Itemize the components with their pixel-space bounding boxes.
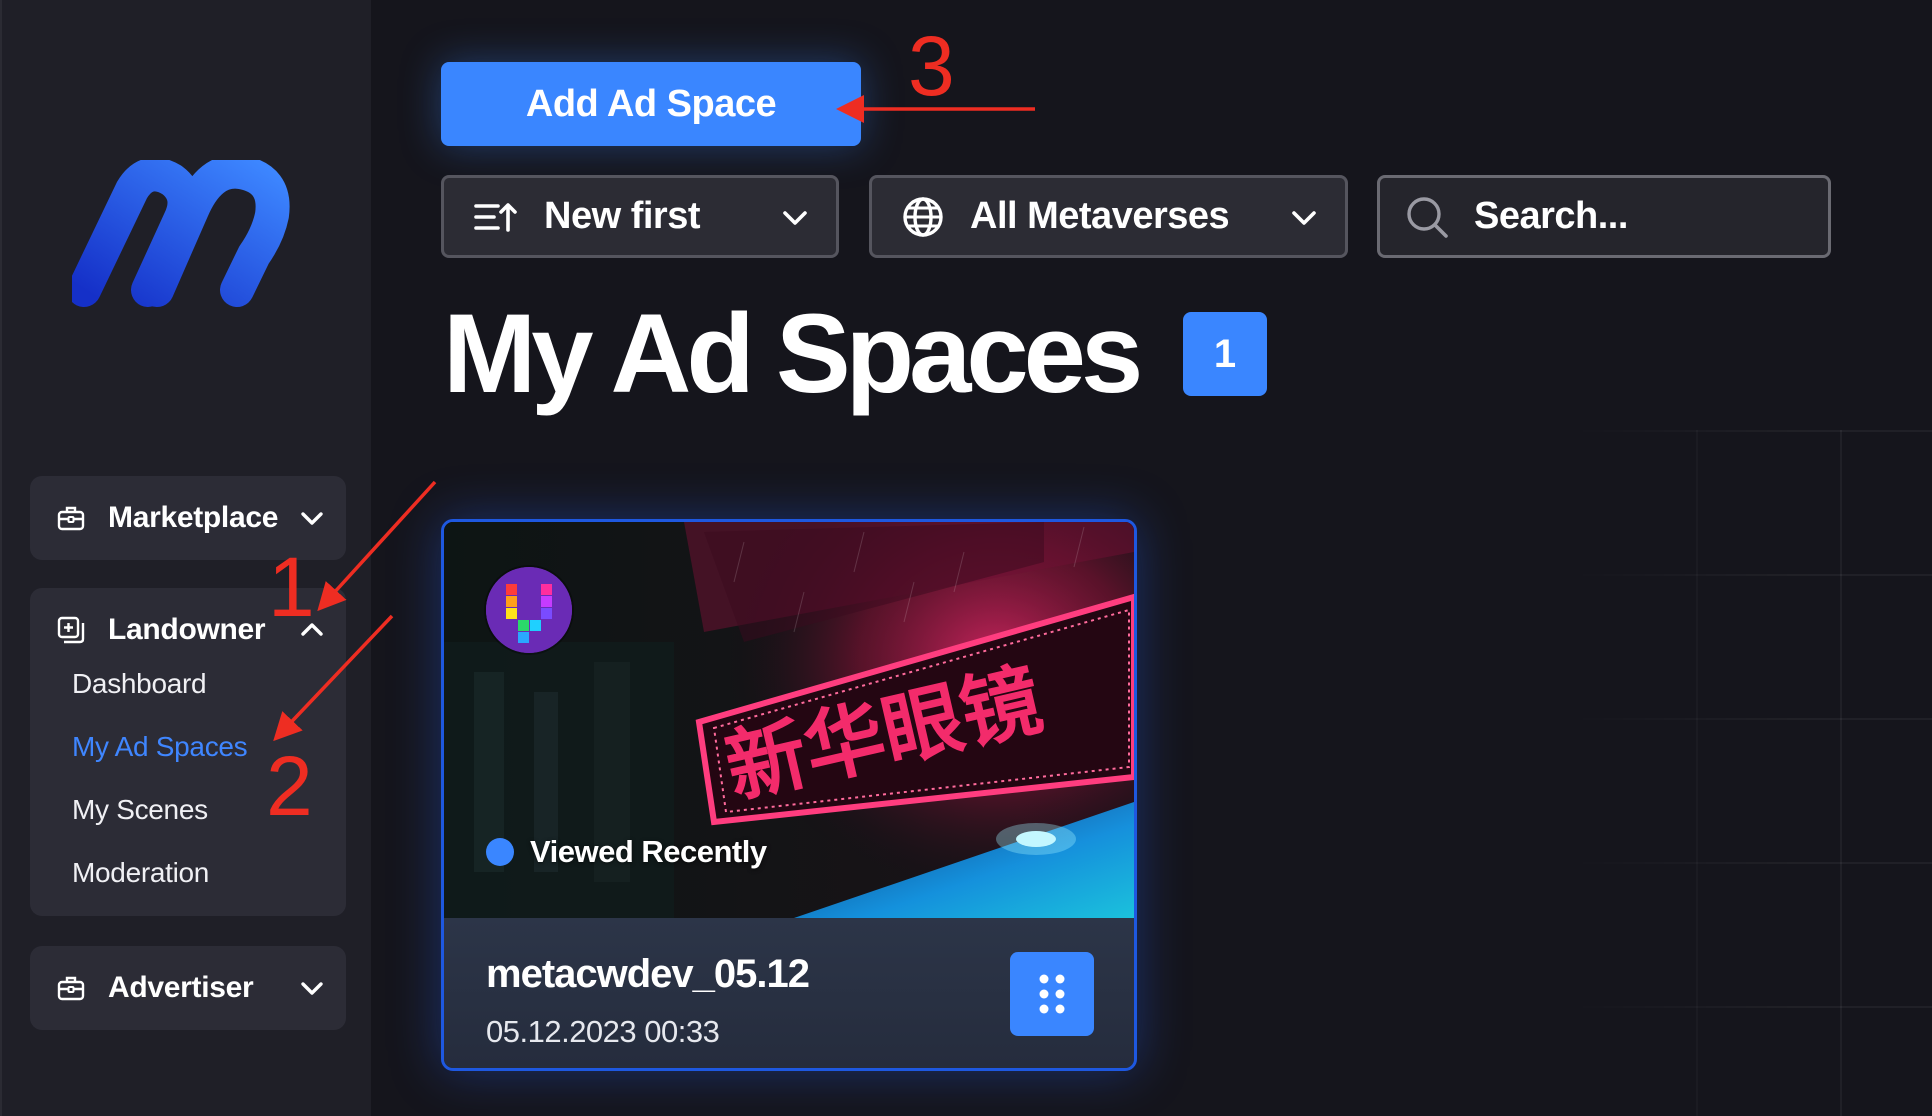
page-title: My Ad Spaces xyxy=(443,291,1143,416)
metaverse-dropdown[interactable]: All Metaverses xyxy=(869,175,1348,258)
sidebar-item-dashboard[interactable]: Dashboard xyxy=(72,652,346,715)
brand-logo[interactable] xyxy=(72,160,308,310)
card-footer: metacwdev_05.12 05.12.2023 00:33 xyxy=(444,918,1134,1068)
sort-dropdown-label: New first xyxy=(544,195,700,237)
sidebar-item-my-ad-spaces[interactable]: My Ad Spaces xyxy=(72,715,346,778)
globe-icon xyxy=(903,196,943,237)
count-badge: 1 xyxy=(1183,312,1267,396)
chevron-down-icon xyxy=(783,210,807,225)
ad-space-date: 05.12.2023 00:33 xyxy=(486,1014,720,1049)
briefcase-icon xyxy=(57,506,85,531)
chevron-down-icon xyxy=(1292,210,1316,225)
dots-grid-icon xyxy=(1039,974,1065,1014)
nav-group-landowner: Landowner Dashboard My Ad Spaces My Scen… xyxy=(30,588,346,916)
nav-marketplace[interactable]: Marketplace xyxy=(30,476,346,560)
viewed-recently-badge: Viewed Recently xyxy=(486,834,767,870)
search-box xyxy=(1377,175,1831,258)
chevron-up-icon xyxy=(301,623,323,636)
sidebar-item-my-scenes[interactable]: My Scenes xyxy=(72,778,346,841)
briefcase-icon xyxy=(57,976,85,1001)
nav-landowner-label: Landowner xyxy=(108,613,266,646)
sort-icon xyxy=(474,202,517,232)
metaverse-avatar xyxy=(486,567,572,653)
add-square-icon xyxy=(57,616,85,644)
chevron-down-icon xyxy=(301,982,323,995)
ad-space-name: metacwdev_05.12 xyxy=(486,952,810,996)
add-ad-space-button[interactable]: Add Ad Space xyxy=(441,62,861,146)
sort-dropdown[interactable]: New first xyxy=(441,175,839,258)
nav-advertiser-label: Advertiser xyxy=(108,971,254,1004)
nav-marketplace-label: Marketplace xyxy=(108,501,279,534)
search-icon xyxy=(1407,196,1448,238)
app-window: Marketplace Landowner Dashboard My Ad Sp… xyxy=(0,0,1932,1116)
search-input[interactable] xyxy=(1474,195,1804,238)
status-dot xyxy=(486,838,514,866)
background-grid xyxy=(1552,430,1932,1116)
viewed-recently-label: Viewed Recently xyxy=(530,834,767,869)
metaverse-dropdown-label: All Metaverses xyxy=(970,195,1230,237)
nav-advertiser[interactable]: Advertiser xyxy=(30,946,346,1030)
nav-group-marketplace: Marketplace xyxy=(30,476,346,560)
nav-group-advertiser: Advertiser xyxy=(30,946,346,1030)
ad-space-card[interactable]: 新华眼镜 Viewed Recently metacwdev_05.12 05.… xyxy=(441,519,1137,1071)
main-content: Add Ad Space New first All Metaverses Se… xyxy=(371,0,1932,1116)
ad-space-thumbnail: 新华眼镜 Viewed Recently xyxy=(444,522,1134,918)
sidebar: Marketplace Landowner Dashboard My Ad Sp… xyxy=(0,0,371,1116)
card-menu-button[interactable] xyxy=(1010,952,1094,1036)
chevron-down-icon xyxy=(301,512,323,525)
sidebar-item-moderation[interactable]: Moderation xyxy=(72,841,346,904)
landowner-submenu: Dashboard My Ad Spaces My Scenes Moderat… xyxy=(30,652,346,922)
